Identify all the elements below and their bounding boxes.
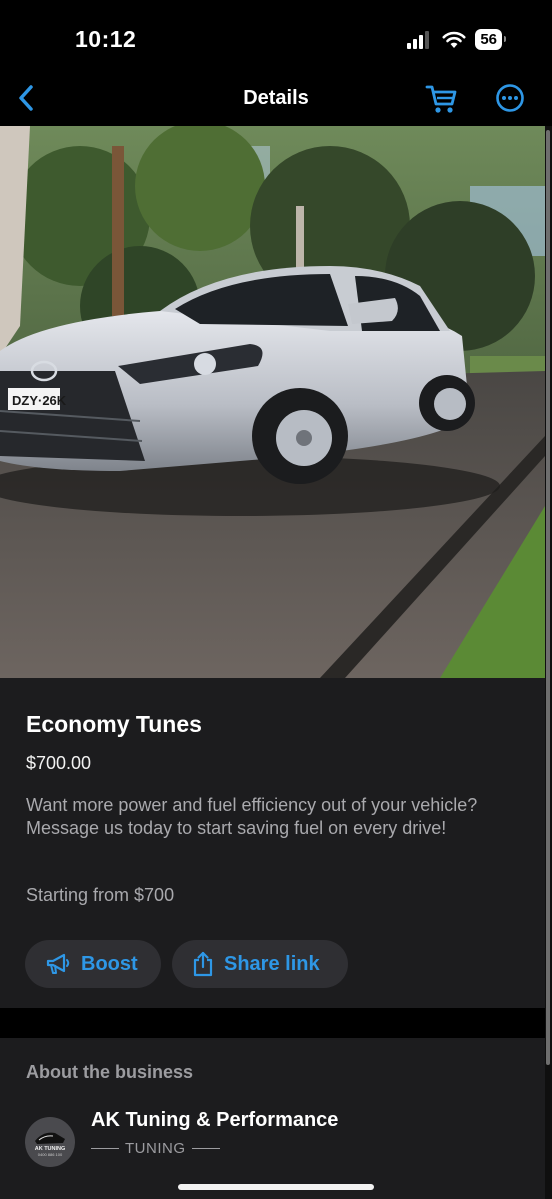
boost-label: Boost [81, 952, 138, 975]
more-circle-icon[interactable] [495, 83, 525, 113]
nav-bar: Details [0, 72, 552, 126]
listing-title: Economy Tunes [26, 711, 202, 737]
listing-description: Want more power and fuel efficiency out … [26, 795, 478, 838]
listing-price: $700.00 [26, 753, 92, 773]
business-name[interactable]: AK Tuning & Performance [91, 1109, 338, 1132]
svg-text:0400 886 100: 0400 886 100 [38, 1152, 63, 1157]
wifi-icon [442, 31, 466, 48]
status-icons: 56 [407, 29, 506, 50]
status-time: 10:12 [75, 26, 137, 52]
share-link-button[interactable]: Share link [172, 940, 348, 988]
business-category-label: TUNING [125, 1140, 186, 1157]
listing-photo[interactable]: DZY·26K [0, 126, 545, 678]
status-bar: 10:12 56 [0, 0, 552, 72]
page-title: Details [243, 87, 309, 109]
listing-details: Economy Tunes $700.00 Want more power an… [0, 678, 545, 1008]
about-business-section: About the business AK TUNING 0400 886 10… [0, 1038, 545, 1199]
section-divider [0, 1008, 545, 1038]
share-link-label: Share link [224, 952, 320, 975]
car-photo: DZY·26K [0, 126, 545, 678]
license-plate: DZY·26K [12, 393, 67, 408]
battery-indicator: 56 [475, 29, 506, 50]
about-business-heading: About the business [26, 1062, 194, 1082]
starting-price-note: Starting from $700 [26, 885, 175, 905]
category-rule-right [191, 1148, 220, 1149]
scrollbar[interactable] [546, 130, 550, 1065]
business-logo: AK TUNING 0400 886 100 [35, 1132, 65, 1157]
business-category: TUNING [91, 1140, 220, 1157]
boost-button[interactable]: Boost [25, 940, 161, 988]
category-rule-left [91, 1148, 119, 1149]
signal-icon [407, 30, 430, 49]
cart-icon[interactable] [425, 83, 459, 115]
home-indicator[interactable] [178, 1184, 374, 1190]
share-icon [193, 951, 213, 977]
megaphone-icon [46, 953, 70, 974]
business-avatar[interactable]: AK TUNING 0400 886 100 [25, 1117, 75, 1167]
